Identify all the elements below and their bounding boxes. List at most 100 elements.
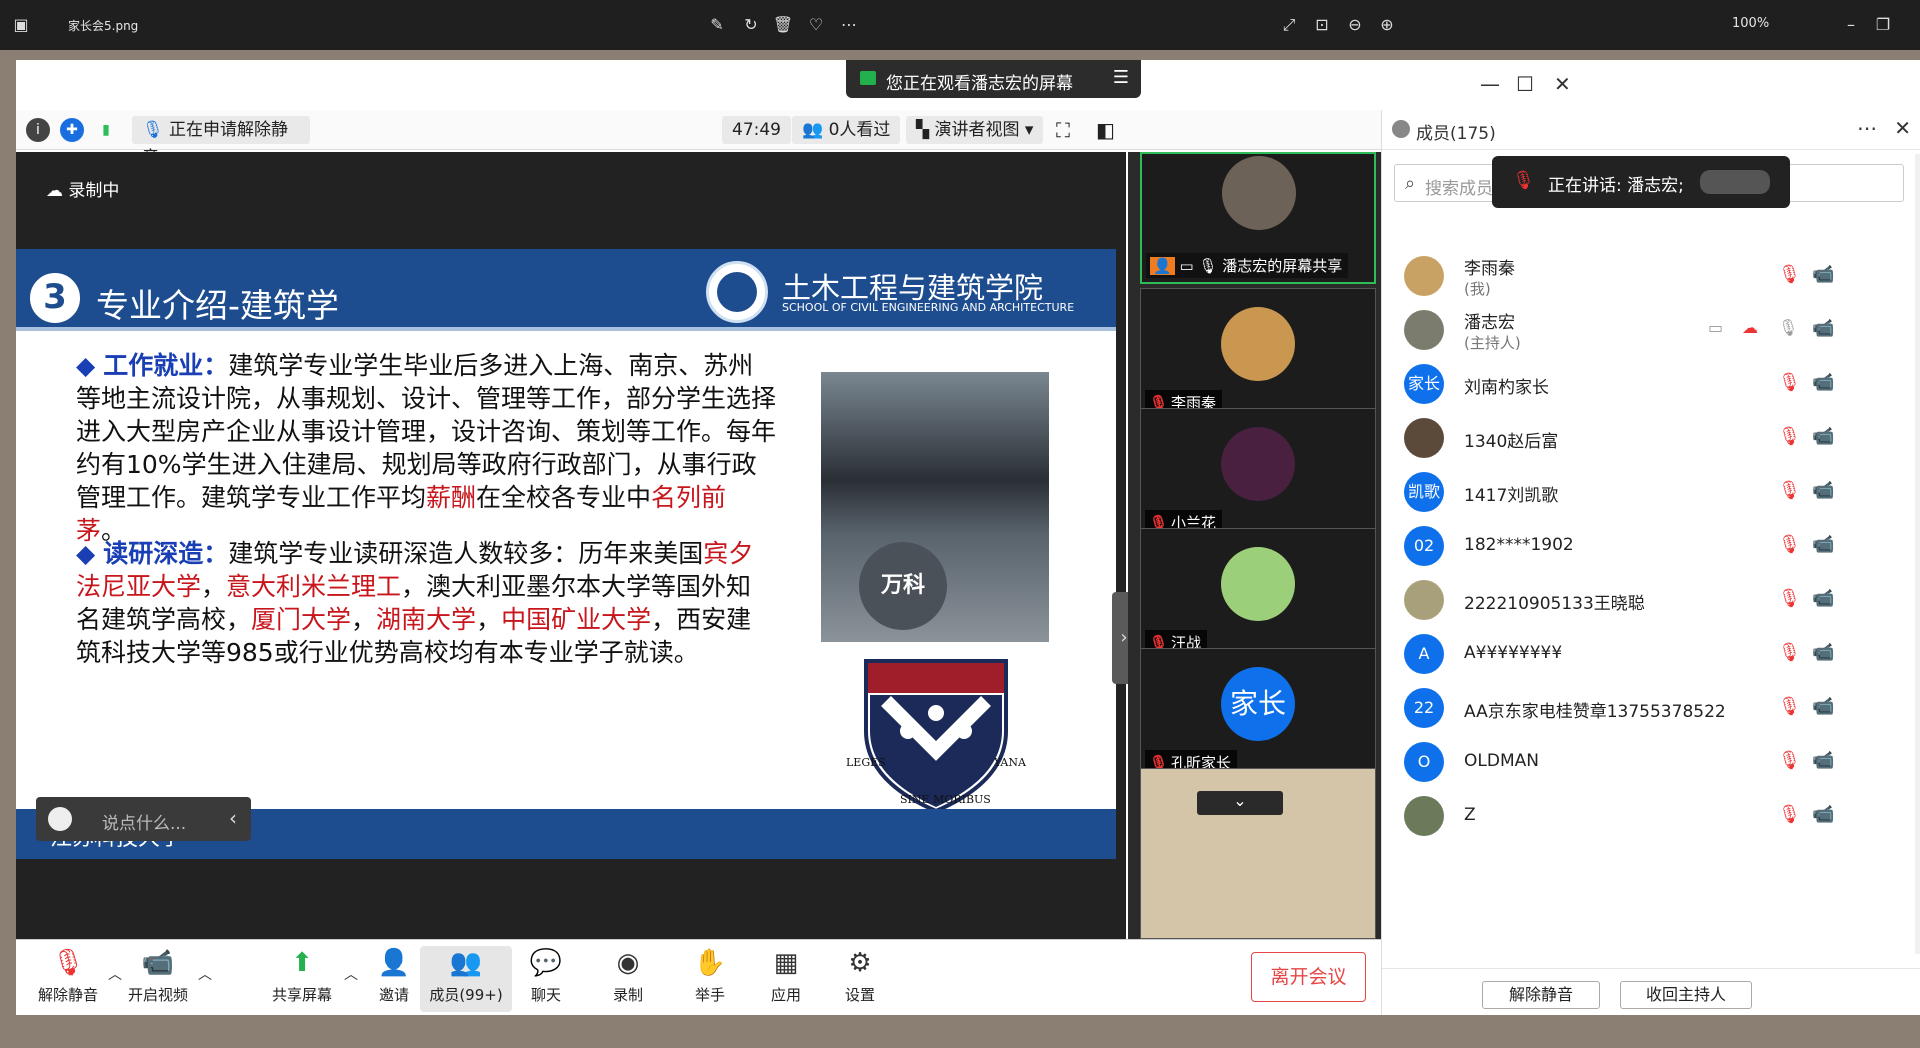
shared-screen: ☁ 录制中 3 专业介绍-建筑学 土木工程与建筑学院 SCHOOL OF CIV… [16,152,1136,939]
chevron-left-icon[interactable]: ‹ [229,806,237,830]
mic-off-icon[interactable]: 🎙 [1778,642,1801,663]
view-mode-dropdown[interactable]: ▚ 演讲者视图 ▾ [906,116,1044,144]
video-tile[interactable]: 🎙 汪战 [1140,528,1376,660]
video-off-icon[interactable]: 📹 [1812,750,1834,771]
screen: ▣ 家长会5.png ✎ ↻ 🗑 ♡ ⋯ ⤢ ⊡ ⊖ ⊕ 100% – ❐ 您正… [0,0,1920,1048]
video-tile[interactable]: 🎙 小兰花 [1140,408,1376,540]
member-name: OLDMAN [1464,751,1539,771]
member-row[interactable]: 潘志宏 (主持人) ▭ ☁ 🎙 📹 [1382,304,1920,358]
member-row[interactable]: 家长 刘南杓家长 🎙 📹 [1382,358,1920,412]
video-off-icon[interactable]: 📹 [1812,696,1834,717]
security-shield-icon[interactable]: ✚ [60,118,84,142]
image-icon[interactable]: ▣ [10,14,32,36]
rotate-icon[interactable]: ↻ [740,14,762,36]
member-row[interactable]: 222210905133王晓聪 🎙 📹 [1382,574,1920,628]
record-button[interactable]: ◉ 录制 [598,946,658,1005]
video-tile[interactable]: 🎙 李雨秦 [1140,288,1376,420]
raise-hand-button[interactable]: ✋ 举手 [680,946,740,1005]
heart-icon[interactable]: ♡ [805,14,827,36]
apps-button[interactable]: ▦ 应用 [756,946,816,1005]
video-off-icon[interactable]: 📹 [1812,426,1834,447]
zoom-in-icon[interactable]: ⊕ [1376,14,1398,36]
scroll-down-icon[interactable]: ⌄ [1197,791,1283,815]
member-row[interactable]: 李雨秦 (我) 🎙 📹 [1382,250,1920,304]
mic-off-icon[interactable]: 🎙 [1778,426,1801,447]
mic-off-icon[interactable]: 🎙 [1778,534,1801,555]
video-tile[interactable]: 家长 🎙 孔昕家长 [1140,648,1376,780]
restore-icon[interactable]: ❐ [1872,14,1894,36]
close-icon[interactable]: ✕ [1894,116,1911,140]
info-icon[interactable]: i [26,118,50,142]
sidebar-toggle-icon[interactable]: ◧ [1096,116,1115,144]
video-off-icon[interactable]: 📹 [1812,480,1834,501]
share-screen-icon: ⬆ [291,948,313,978]
chat-button[interactable]: 💬 聊天 [516,946,576,1005]
family-avatar: 家长 [1221,667,1295,741]
zoom-out-icon[interactable]: ⊖ [1344,14,1366,36]
host-icon: 👤 [1150,257,1175,275]
member-row[interactable]: A A¥¥¥¥¥¥¥¥ 🎙 📹 [1382,628,1920,682]
video-off-icon[interactable]: 📹 [1812,804,1834,825]
member-row[interactable]: 22 AA京东家电桂赞章13755378522 🎙 📹 [1382,682,1920,736]
mic-off-icon[interactable]: 🎙 [1778,264,1801,285]
window-maximize-icon[interactable]: ☐ [1516,72,1534,96]
member-row[interactable]: O OLDMAN 🎙 📹 [1382,736,1920,790]
window-close-icon[interactable]: ✕ [1554,72,1571,96]
member-row[interactable]: 02 182****1902 🎙 📹 [1382,520,1920,574]
video-off-icon[interactable]: 📹 [1812,264,1834,285]
mic-off-icon[interactable]: 🎙 [1778,588,1801,609]
video-off-icon[interactable]: 📹 [1812,318,1834,339]
menu-icon[interactable]: ☰ [1113,67,1129,88]
fullscreen-icon[interactable]: ⤢ [1278,14,1300,36]
window-minimize-icon[interactable]: — [1480,72,1500,96]
member-avatar: 22 [1404,688,1444,728]
more-icon[interactable]: ⋯ [1857,116,1877,140]
leave-meeting-button[interactable]: 离开会议 [1251,952,1366,1002]
quick-chat-input[interactable]: 说点什么... ‹ [36,797,251,841]
graduate-sep: ， [351,605,377,634]
reclaim-host-button[interactable]: 收回主持人 [1620,981,1752,1009]
fullscreen-toggle-icon[interactable]: ⛶ [1056,116,1070,144]
video-off-icon[interactable]: 📹 [1812,372,1834,393]
emoji-icon[interactable] [48,807,72,831]
members-button[interactable]: 👥 成员(99+) [420,946,512,1012]
video-options-caret-icon[interactable]: ︿ [198,964,212,984]
flower-avatar [1221,427,1295,501]
mic-off-icon[interactable]: 🎙 [1778,372,1801,393]
viewer-count[interactable]: 👥 0人看过 [792,116,901,144]
video-tile-camera[interactable]: ⌄ [1140,768,1376,939]
share-options-caret-icon[interactable]: ︿ [344,964,358,984]
unmute-all-button[interactable]: 解除静音 [1482,981,1600,1009]
diamond-bullet-icon: ◆ [76,539,96,568]
settings-button[interactable]: ⚙ 设置 [830,946,890,1005]
invite-label: 邀请 [378,986,409,1004]
mic-off-icon[interactable]: 🎙 [1778,480,1801,501]
mic-off-icon[interactable]: 🎙 [1778,804,1801,825]
screen-share-banner[interactable]: 您正在观看潘志宏的屏幕 ☰ [846,60,1141,98]
member-list-scrollbar[interactable] [1915,154,1920,954]
participants-footer: 解除静音 收回主持人 [1382,968,1920,1015]
start-video-button[interactable]: 📹 开启视频 [120,946,196,1005]
mic-icon[interactable]: 🎙 [1778,318,1798,337]
signal-icon[interactable]: ▮ [94,118,118,142]
more-icon[interactable]: ⋯ [838,14,860,36]
member-role: (主持人) [1464,334,1521,352]
video-off-icon[interactable]: 📹 [1812,534,1834,555]
edit-icon[interactable]: ✎ [706,14,728,36]
blurred-avatars [1700,170,1770,194]
invite-button[interactable]: 👤 邀请 [364,946,424,1005]
member-row[interactable]: 1340赵后富 🎙 📹 [1382,412,1920,466]
delete-icon[interactable]: 🗑 [772,14,794,36]
video-off-icon[interactable]: 📹 [1812,588,1834,609]
video-off-icon[interactable]: 📹 [1812,642,1834,663]
member-row[interactable]: 凯歌 1417刘凯歌 🎙 📹 [1382,466,1920,520]
mic-off-icon[interactable]: 🎙 [1778,696,1801,717]
mic-off-icon[interactable]: 🎙 [1778,750,1801,771]
video-tile-share[interactable]: 👤 ▭ 🎙 潘志宏的屏幕共享 [1140,152,1376,284]
meeting-window: 您正在观看潘志宏的屏幕 ☰ — ☐ ✕ i ✚ ▮ 🎙 正在申请解除静音 47:… [16,60,1920,1015]
fit-icon[interactable]: ⊡ [1311,14,1333,36]
minimize-icon[interactable]: – [1840,14,1862,36]
share-screen-button[interactable]: ⬆ 共享屏幕 [264,946,340,1005]
member-row[interactable]: Z 🎙 📹 [1382,790,1920,844]
unmute-button[interactable]: 🎙 解除静音 [30,946,106,1005]
